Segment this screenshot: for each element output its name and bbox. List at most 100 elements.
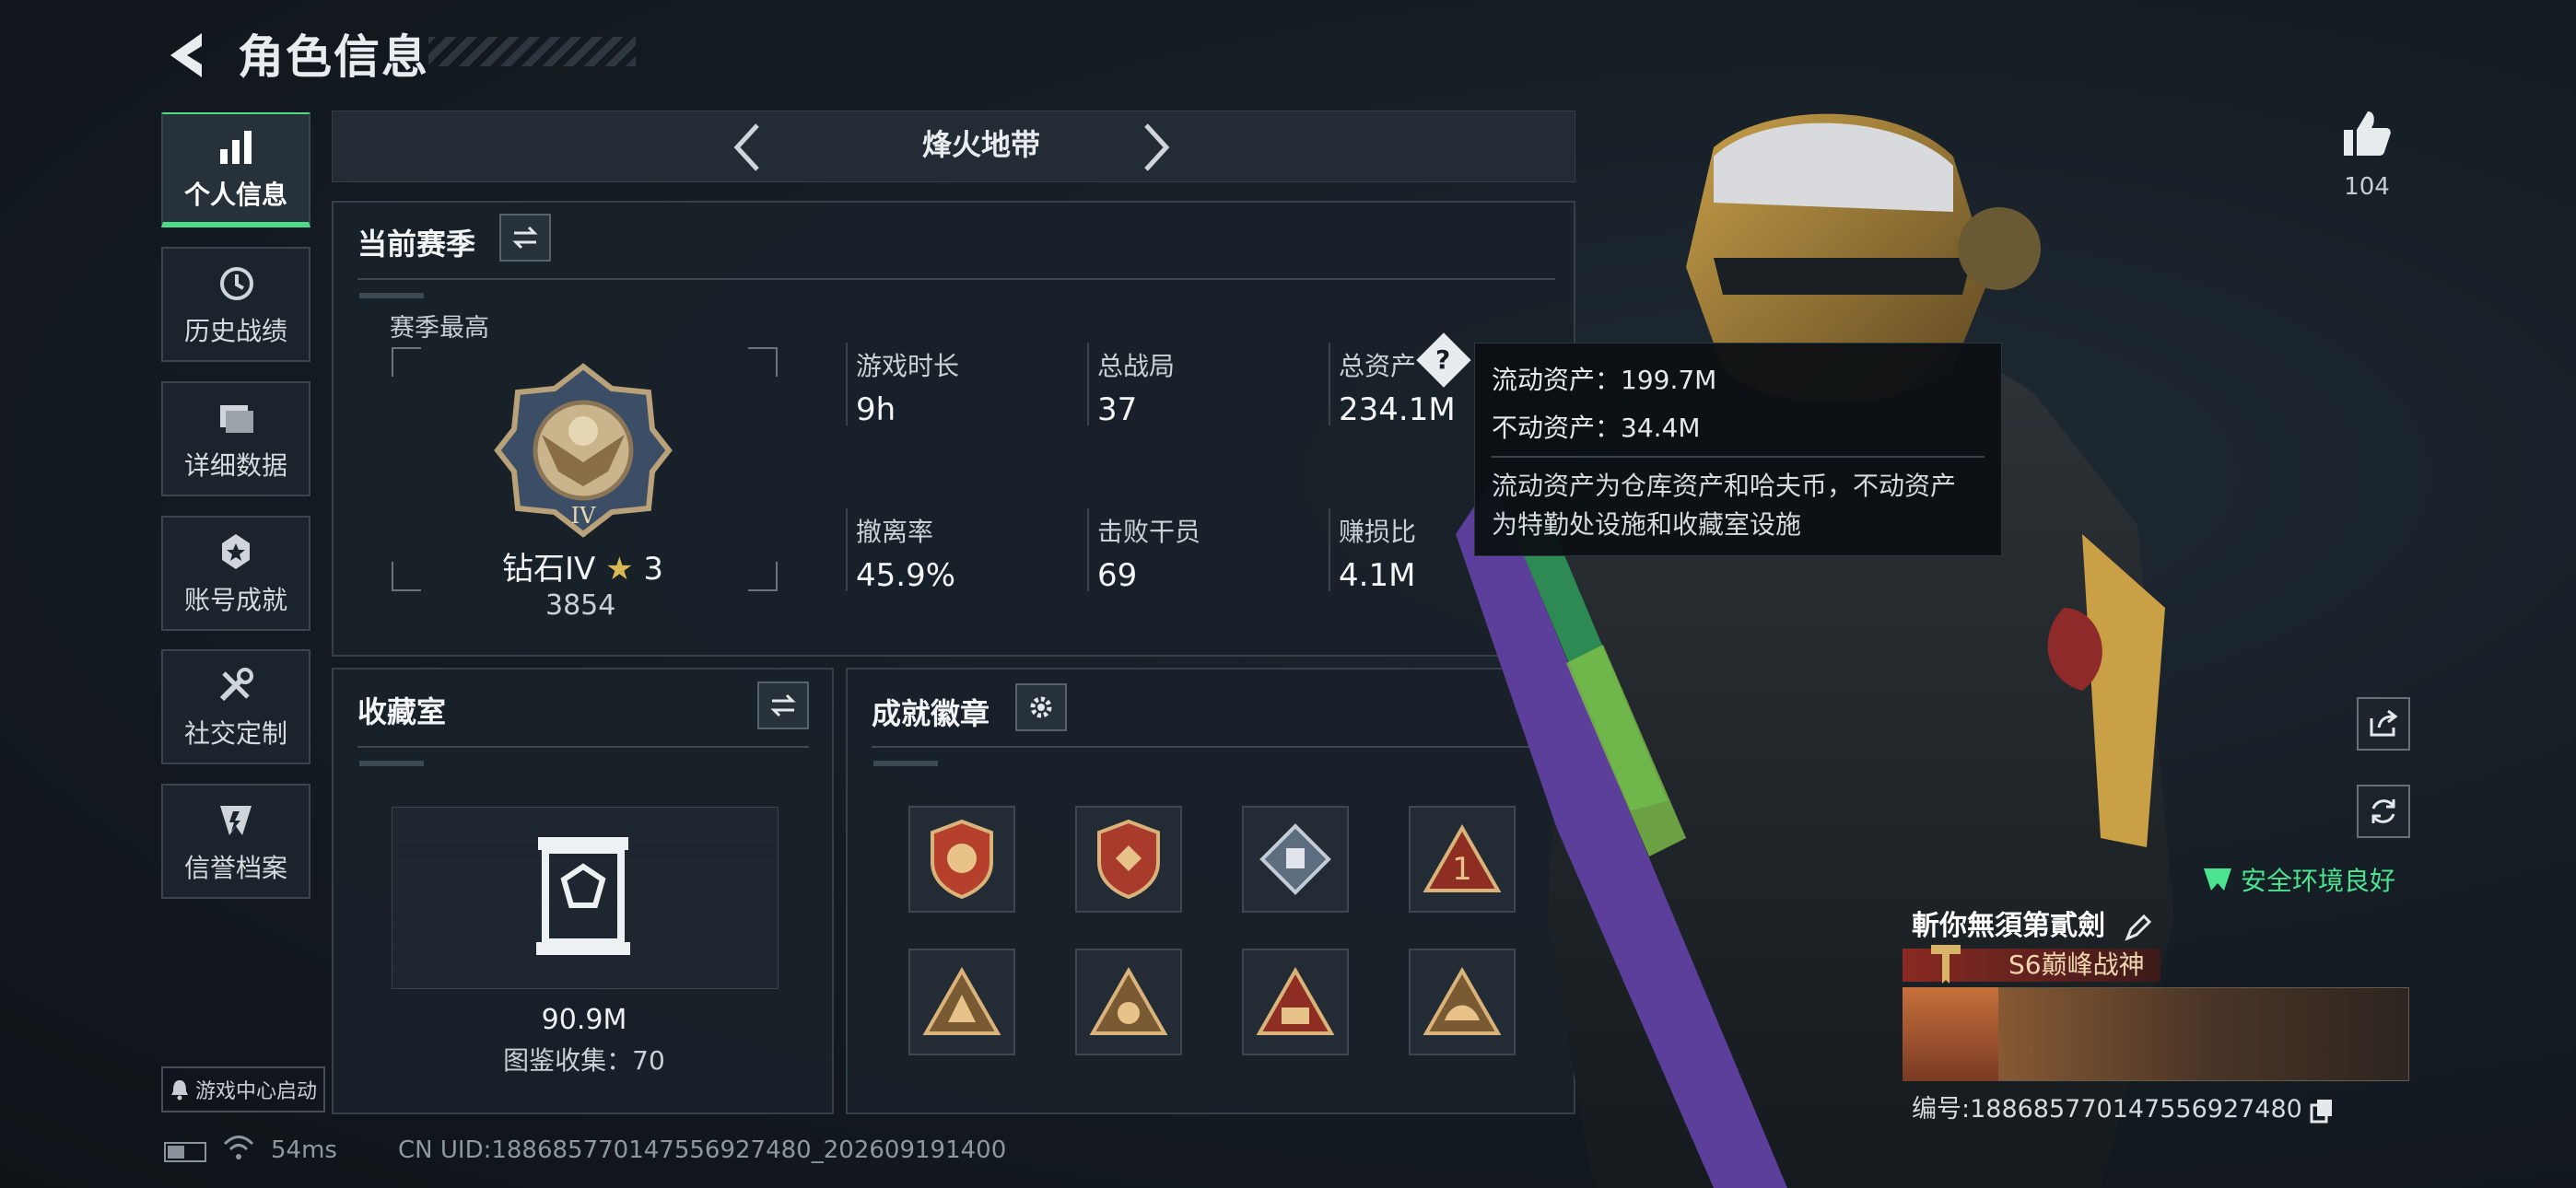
divider	[357, 746, 809, 748]
tooltip-fixed: 不动资产：34.4M	[1492, 413, 1701, 443]
gear-icon	[1030, 696, 1052, 718]
rank-name: 钻石IV ★ 3	[502, 543, 663, 588]
triangle-badge-icon	[922, 967, 1001, 1035]
stat-value-extract-rate: 45.9%	[856, 557, 956, 594]
nav-item-social-custom[interactable]: 社交定制	[161, 649, 310, 764]
share-button[interactable]	[2357, 697, 2410, 751]
season-title: 当前赛季	[357, 227, 476, 262]
stat-value-playtime: 9h	[856, 391, 896, 428]
badge-triangle-s6[interactable]	[1242, 949, 1349, 1055]
vault-title: 收藏室	[357, 694, 447, 729]
stat-label-matches: 总战局	[1097, 351, 1176, 381]
divider	[357, 278, 1555, 280]
swap-icon	[770, 693, 796, 717]
rank-emblem-icon: IV	[494, 363, 673, 538]
stat-separator	[1087, 343, 1089, 425]
achievement-icon	[222, 533, 250, 569]
thumbs-up-icon[interactable]	[2338, 106, 2394, 161]
history-icon	[220, 266, 253, 300]
nav-item-label: 账号成就	[183, 584, 287, 615]
season-swap-button[interactable]	[499, 214, 551, 262]
shield-badge-icon	[1097, 819, 1160, 900]
stat-value-kills: 69	[1097, 557, 1138, 594]
bar-chart-icon	[220, 130, 252, 164]
badge-shield-2[interactable]	[1075, 806, 1182, 913]
nav-item-personal-info[interactable]: 个人信息	[161, 112, 310, 227]
chevron-left-icon[interactable]	[728, 120, 765, 175]
assets-tooltip: 流动资产：199.7M 不动资产：34.4M 流动资产为仓库资产和哈夫币，不动资…	[1474, 343, 2002, 556]
decor-bar	[359, 761, 424, 766]
nav-item-detailed-data[interactable]: 详细数据	[161, 381, 310, 496]
nav-item-label: 详细数据	[183, 449, 287, 481]
nav-item-label: 社交定制	[183, 717, 287, 749]
nav-item-credit[interactable]: 信誉档案	[161, 784, 310, 899]
avatar[interactable]	[1903, 987, 1998, 1081]
decor-bar	[873, 761, 938, 766]
vault-value: 90.9M	[541, 1004, 627, 1036]
rank-stars: 3	[643, 551, 664, 588]
security-status-text: 安全环境良好	[2241, 866, 2396, 896]
star-icon: ★	[605, 551, 634, 588]
refresh-button[interactable]	[2357, 785, 2410, 838]
stat-label-playtime: 游戏时长	[856, 351, 960, 381]
badge-triangle-2[interactable]	[908, 949, 1015, 1055]
badge-shield-1[interactable]	[908, 806, 1015, 913]
stat-label-kills: 击败干员	[1097, 517, 1201, 547]
wifi-icon	[223, 1136, 254, 1159]
badge-title: 成就徽章	[872, 696, 990, 731]
stat-value-matches: 37	[1097, 391, 1138, 428]
battery-icon	[164, 1142, 206, 1162]
stat-separator	[1329, 343, 1330, 425]
chevron-right-icon[interactable]	[1139, 120, 1176, 175]
vault-swap-button[interactable]	[757, 681, 809, 729]
vault-collection: 图鉴收集：70	[503, 1045, 665, 1076]
svg-text:IV: IV	[571, 503, 596, 529]
decor-bar	[359, 293, 424, 298]
edit-pencil-icon[interactable]	[2124, 913, 2153, 942]
stat-separator	[1329, 508, 1330, 591]
uid-text: CN UID:1886857701475569274​80_2026091914…	[398, 1136, 1007, 1164]
share-icon	[2370, 709, 2398, 737]
shield-check-icon	[2204, 868, 2231, 891]
nav-item-label: 信誉档案	[183, 852, 287, 883]
stat-label-extract-rate: 撤离率	[856, 517, 934, 547]
tooltip-divider	[1492, 456, 1985, 458]
credit-icon	[220, 805, 252, 835]
security-status: 安全环境良好	[2202, 861, 2395, 898]
title-badge-text: S6巅峰战神	[2008, 949, 2145, 980]
swap-icon	[512, 226, 538, 250]
tooltip-desc-line1: 流动资产为仓库资产和哈夫币，不动资产	[1492, 471, 1957, 501]
frame-corner	[392, 562, 421, 591]
nav-item-achievements[interactable]: 账号成就	[161, 516, 310, 631]
folder-icon	[220, 404, 253, 433]
nav-item-history[interactable]: 历史战绩	[161, 247, 310, 362]
stat-separator	[846, 508, 848, 591]
badge-settings-button[interactable]	[1015, 683, 1067, 731]
shield-badge-icon	[931, 819, 993, 900]
stat-separator	[846, 343, 848, 425]
stat-label-profit-ratio: 赚损比	[1339, 517, 1417, 547]
tools-icon	[219, 667, 253, 701]
player-id-text: 编号:1886857701475569274​80	[1912, 1095, 2302, 1124]
ping-value: 54ms	[271, 1136, 337, 1164]
bell-icon	[170, 1080, 188, 1101]
rank-points: 3854	[545, 589, 616, 622]
game-center-button[interactable]: 游戏中心启动	[161, 1066, 325, 1112]
player-name: 斬你無須第貳劍	[1912, 903, 2153, 943]
stat-label-assets: 总资产	[1339, 351, 1417, 381]
rank-name-text: 钻石IV	[502, 551, 596, 588]
back-arrow-icon[interactable]	[161, 28, 217, 83]
badge-triangle-3[interactable]	[1075, 949, 1182, 1055]
badge-diamond[interactable]	[1242, 806, 1349, 913]
title-decoration	[428, 37, 636, 66]
title-badge-icon	[1931, 945, 1961, 984]
player-id: 编号:1886857701475569274​80	[1912, 1089, 2334, 1124]
copy-icon[interactable]	[2310, 1098, 2334, 1124]
nav-item-label: 历史战绩	[183, 315, 287, 346]
player-name-text: 斬你無須第貳劍	[1912, 910, 2105, 942]
vault-cabinet-icon	[536, 837, 630, 955]
stat-separator	[1087, 508, 1089, 591]
page-title: 角色信息	[238, 30, 429, 84]
refresh-icon	[2371, 799, 2395, 823]
like-count: 104	[2344, 173, 2390, 201]
